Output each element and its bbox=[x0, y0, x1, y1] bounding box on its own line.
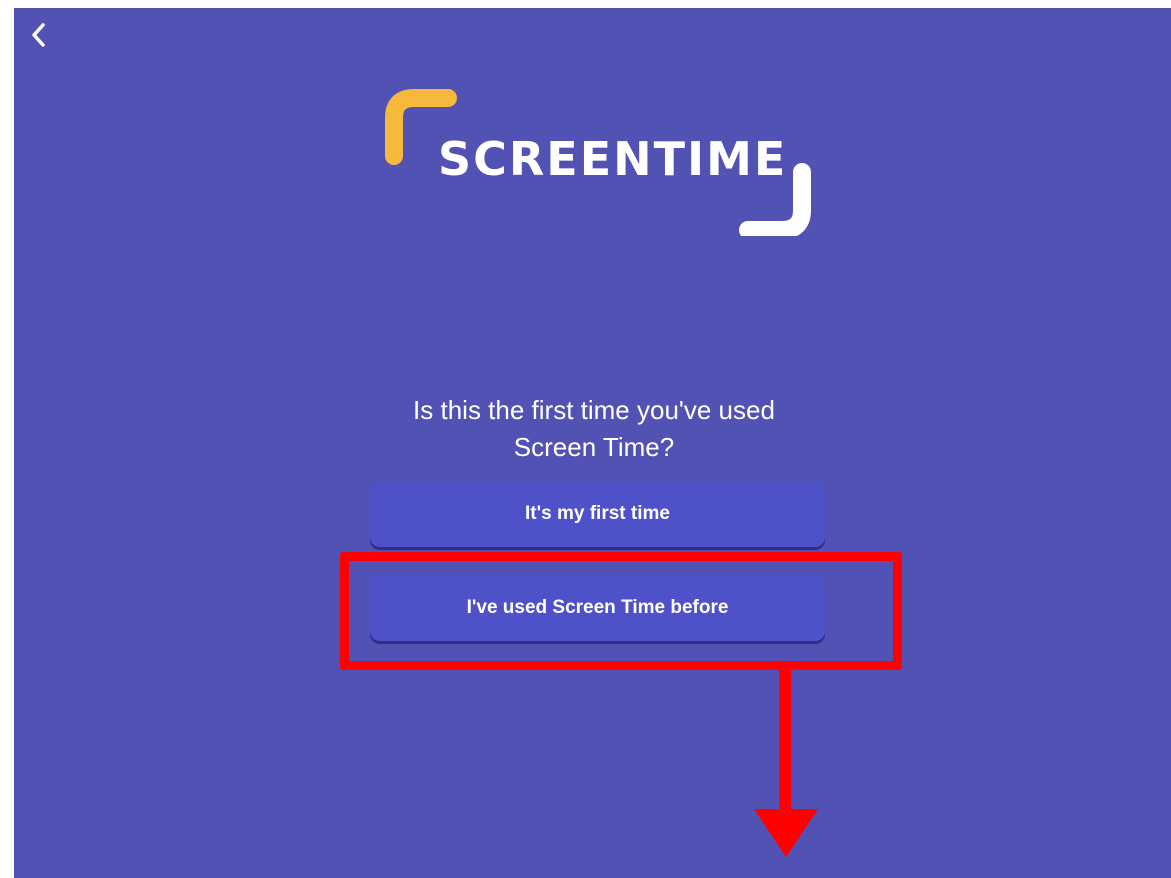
first-time-button[interactable]: It's my first time bbox=[370, 481, 825, 547]
question-line-2: Screen Time? bbox=[513, 432, 675, 462]
used-before-button[interactable]: I've used Screen Time before bbox=[370, 575, 825, 641]
chevron-left-icon bbox=[32, 23, 45, 47]
back-button[interactable] bbox=[28, 20, 50, 50]
first-time-button-label: It's my first time bbox=[525, 503, 670, 524]
first-time-question: Is this the first time you've used Scree… bbox=[314, 392, 874, 466]
logo-text: SCREENTIME bbox=[438, 132, 788, 186]
question-line-1: Is this the first time you've used bbox=[413, 395, 775, 425]
down-arrow-icon bbox=[754, 661, 818, 857]
screentime-logo: SCREENTIME bbox=[384, 86, 814, 236]
app-screen: SCREENTIME Is this the first time you've… bbox=[14, 8, 1171, 878]
used-before-button-label: I've used Screen Time before bbox=[466, 597, 729, 618]
